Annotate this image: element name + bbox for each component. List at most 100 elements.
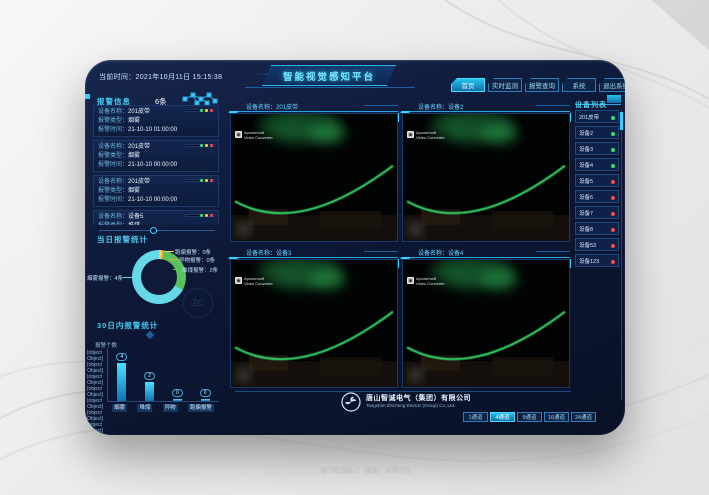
video-watermark: ▣ Apowersoft Video Converter [407, 131, 445, 140]
video-panel[interactable]: 设备名称：设备4 [402, 246, 570, 388]
desktop-background: 当前时间：2021年10月11日 15:15:38 智能视觉感知平台 首页 实时… [0, 0, 709, 495]
device-status-dot [611, 164, 615, 168]
watermark-line2: Video Converter [244, 282, 273, 287]
alarm-time-label: 报警时间： [98, 126, 128, 135]
video-watermark: ▣ Apowersoft Video Converter [235, 277, 273, 286]
device-list-item[interactable]: 设备4 [575, 158, 619, 171]
alarm-time-value: 21-10-10 00:00:00 [128, 161, 177, 170]
nav-tab[interactable]: 首页 [451, 78, 485, 92]
alarm-card[interactable]: 设备名称：201皮带 报警类型：烟雾 报警时间：21-10-10 01:00:0… [93, 105, 219, 137]
banner-underline-decoration [245, 87, 415, 88]
device-list-item[interactable]: 设备8 [575, 222, 619, 235]
video-grid: 设备名称：201皮带 [230, 100, 570, 388]
y-tick: [object Object] [87, 374, 103, 386]
nav-tab[interactable]: 实时监测 [488, 78, 522, 92]
device-name-value: 设备5 [128, 213, 143, 222]
nav-tab[interactable]: 报警查询 [525, 78, 559, 92]
device-status-dot [611, 132, 615, 136]
video-panel[interactable]: 设备名称：设备2 [402, 100, 570, 242]
main-nav: 首页 实时监测 报警查询 系统 退出系统 [451, 78, 625, 93]
monitor-screen: 当前时间：2021年10月11日 15:15:38 智能视觉感知平台 首页 实时… [85, 60, 625, 435]
y-tick: [object Object] [87, 386, 103, 398]
today-stats-title: 当日报警统计 [97, 234, 148, 245]
channel-button[interactable]: 4通道 [490, 412, 515, 422]
device-name-value: 201皮带 [128, 143, 150, 152]
channel-button[interactable]: 16通道 [544, 412, 569, 422]
bar-chart-categories: 烟雾堆煤异物跑偏报警 [107, 404, 219, 412]
alarm-level-indicator [185, 179, 215, 182]
device-name-label: 设备名称： [98, 178, 128, 187]
device-list-item[interactable]: 设备123 [575, 254, 619, 267]
watermark-line2: Video Converter [416, 136, 445, 141]
channel-switcher: 1通道 4通道 9通道 16通道 24通道 [463, 412, 596, 422]
alarm-card[interactable]: 设备名称：201皮带 报警类型：烟雾 报警时间：21-10-10 00:00:0… [93, 140, 219, 172]
legend-connector [169, 259, 178, 260]
legend-connector [173, 269, 181, 270]
slider-knob[interactable] [150, 227, 157, 234]
alarm-time-label: 报警时间： [98, 161, 128, 170]
device-list-title: 设备列表 [575, 102, 607, 109]
alarm-type-label: 报警类型： [98, 117, 128, 126]
video-panel[interactable]: 设备名称：设备3 [230, 246, 398, 388]
nav-tab[interactable]: 退出系统 [599, 78, 625, 92]
video-frame: ▣ Apowersoft Video Converter [230, 113, 398, 242]
device-list-item[interactable]: 设备5 [575, 174, 619, 187]
device-list-item[interactable]: 设备7 [575, 206, 619, 219]
device-list-item[interactable]: 设备53 [575, 238, 619, 251]
alarm-level-indicator [185, 214, 215, 217]
video-panel-header: 设备名称：设备2 [402, 100, 570, 112]
alarm-card[interactable]: 设备名称：设备5 报警类型：堆煤 报警时间：21-10-10 00:00:00 [93, 210, 219, 225]
video-frame: ▣ Apowersoft Video Converter [230, 259, 398, 388]
device-name: 设备123 [579, 257, 599, 265]
bar-column: 0 [165, 389, 189, 401]
faint-logo-watermark: ZC [183, 288, 213, 318]
alarm-list: 设备名称：201皮带 报警类型：烟雾 报警时间：21-10-10 01:00:0… [93, 105, 221, 225]
video-frame: ▣ Apowersoft Video Converter [402, 113, 570, 242]
bar [117, 363, 126, 401]
device-name-value: 201皮带 [128, 108, 150, 117]
bar-column: 2 [138, 372, 162, 401]
legend-smoke: 烟雾报警：4条 [87, 274, 123, 282]
alarm-card[interactable]: 设备名称：201皮带 报警类型：烟雾 报警时间：21-10-10 00:00:0… [93, 175, 219, 207]
device-list-item[interactable]: 设备2 [575, 126, 619, 139]
company-name-cn: 唐山智诚电气（集团）有限公司 [366, 393, 471, 403]
device-list-header: 设备列表 [575, 94, 621, 105]
device-name-value: 201皮带 [128, 178, 150, 187]
legend-connector [165, 251, 174, 252]
y-tick: [object Object] [87, 350, 103, 362]
alarm-level-indicator [185, 109, 215, 112]
device-status-dot [611, 116, 615, 120]
device-name: 201皮带 [579, 113, 599, 121]
category-label: 异物 [163, 404, 178, 412]
alarm-type-label: 报警类型： [98, 222, 128, 225]
device-status-dot [611, 180, 615, 184]
right-scroll-thumb[interactable] [620, 112, 623, 130]
channel-button[interactable]: 1通道 [463, 412, 488, 422]
video-panel-header: 设备名称：201皮带 [230, 100, 398, 112]
footer-divider [235, 391, 571, 392]
legend-connector [123, 277, 132, 278]
right-scroll-track [621, 110, 622, 400]
company-logo [341, 392, 361, 412]
corner-accent [85, 94, 90, 99]
device-status-dot [611, 244, 615, 248]
footer-reflection: 唐山智诚电气（集团）有限公司 [320, 466, 411, 476]
video-panel[interactable]: 设备名称：201皮带 [230, 100, 398, 242]
channel-button[interactable]: 24通道 [571, 412, 596, 422]
watermark-icon: ▣ [235, 277, 242, 284]
device-list-item[interactable]: 设备6 [575, 190, 619, 203]
device-status-dot [611, 196, 615, 200]
page-title: 智能视觉感知平台 [283, 69, 375, 83]
dashboard: 当前时间：2021年10月11日 15:15:38 智能视觉感知平台 首页 实时… [85, 60, 625, 435]
device-list-item[interactable]: 201皮带 [575, 110, 619, 123]
bar-value-label: 0 [172, 389, 183, 397]
device-list-item[interactable]: 设备3 [575, 142, 619, 155]
nav-tab[interactable]: 系统 [562, 78, 596, 92]
device-name: 设备5 [579, 177, 593, 185]
video-watermark: ▣ Apowersoft Video Converter [235, 131, 273, 140]
alarm-level-indicator [185, 144, 215, 147]
current-time: 当前时间：2021年10月11日 15:15:38 [99, 72, 222, 82]
device-name: 设备8 [579, 225, 593, 233]
bar [145, 382, 154, 401]
channel-button[interactable]: 9通道 [517, 412, 542, 422]
